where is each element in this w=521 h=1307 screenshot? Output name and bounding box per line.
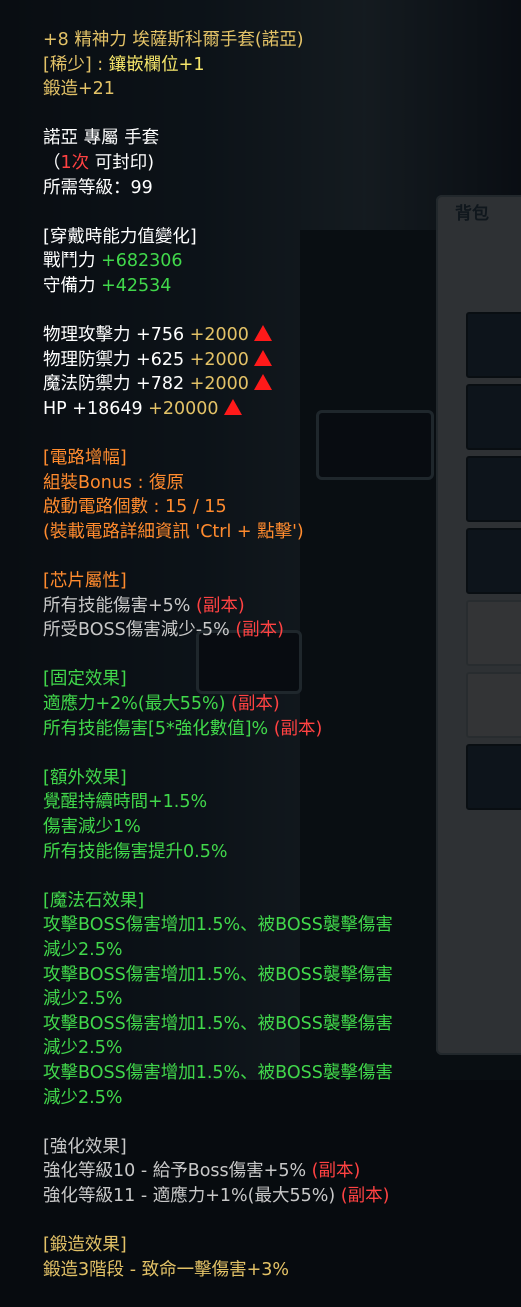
up-arrow-icon xyxy=(253,325,272,342)
magic-stone-line: 減少2.5% xyxy=(43,1087,123,1108)
forge-effect-header: [鍛造效果] xyxy=(43,1235,127,1256)
fixed-header: [固定效果] xyxy=(43,669,127,690)
fixed-line: 所有技能傷害[5*強化數值]% (副本) xyxy=(43,718,323,739)
item-name: +8 精神力 埃薩斯科爾手套(諾亞) xyxy=(43,30,304,50)
magic-stone-line: 攻擊BOSS傷害增加1.5%、被BOSS襲擊傷害 xyxy=(43,915,393,936)
dungeon-tag: (副本) xyxy=(311,1161,361,1182)
up-arrow-icon xyxy=(253,374,272,391)
up-arrow-icon xyxy=(223,398,242,415)
circuit-line: 啟動電路個數 : 15 / 15 xyxy=(43,497,227,518)
dungeon-tag: (副本) xyxy=(231,694,280,715)
chip-line: 所有技能傷害+5% (副本) xyxy=(43,595,245,616)
stat-row: 物理攻擊力 +756 +2000 xyxy=(43,323,513,348)
stat-row: 魔法防禦力 +782 +2000 xyxy=(43,372,513,397)
extra-line: 傷害減少1% xyxy=(43,817,141,837)
extra-header: [額外效果] xyxy=(43,767,127,788)
circuit-line: 組裝Bonus : 復原 xyxy=(43,472,185,493)
dungeon-tag: (副本) xyxy=(340,1185,390,1206)
circuit-line: (裝載電路詳細資訊 'Ctrl + 點擊') xyxy=(43,521,304,542)
equip-change-header: [穿戴時能力值變化] xyxy=(43,226,197,247)
tooltip-content: +8 精神力 埃薩斯科爾手套(諾亞) [稀少] : 鑲嵌欄位+1 鍛造+21 諾… xyxy=(43,28,513,1282)
defense-power-row: 守備力 +42534 xyxy=(43,275,172,296)
enhance-line: 強化等級10 - 給予Boss傷害+5% (副本) xyxy=(43,1161,361,1182)
defense-power-value: +42534 xyxy=(101,275,172,296)
rarity-label: [稀少] : xyxy=(43,54,109,75)
chip-line: 所受BOSS傷害減少-5% (副本) xyxy=(43,620,284,641)
combat-power-row: 戰鬥力 +682306 xyxy=(43,251,183,272)
circuit-header: [電路增幅] xyxy=(43,448,127,469)
extra-line: 覺醒持續時間+1.5% xyxy=(43,792,208,813)
owner-line: 諾亞 專屬 手套 xyxy=(43,128,160,149)
forge-effect-line: 鍛造3階段 - 致命一擊傷害+3% xyxy=(43,1259,289,1280)
stat-row: HP +18649 +20000 xyxy=(43,397,513,422)
seal-count: 1次 xyxy=(60,152,90,173)
seal-line: （1次 可封印) xyxy=(43,152,155,173)
stat-bonus: +2000 xyxy=(189,325,249,346)
enhance-header: [強化效果] xyxy=(43,1136,127,1157)
chip-header: [芯片屬性] xyxy=(43,571,127,592)
stat-row: 物理防禦力 +625 +2000 xyxy=(43,348,513,373)
forge-level: 鍛造+21 xyxy=(43,79,115,100)
magic-stone-line: 減少2.5% xyxy=(43,1038,123,1059)
stat-bonus: +2000 xyxy=(189,374,249,395)
stat-bonus: +20000 xyxy=(148,398,219,419)
fixed-line: 適應力+2%(最大55%) (副本) xyxy=(43,694,280,715)
magic-stone-header: [魔法石效果] xyxy=(43,890,145,911)
socket-bonus: 鑲嵌欄位+1 xyxy=(108,54,205,75)
rarity-line: [稀少] : 鑲嵌欄位+1 xyxy=(43,53,513,78)
stat-bonus: +2000 xyxy=(189,349,249,370)
magic-stone-line: 減少2.5% xyxy=(43,939,123,960)
item-tooltip: +8 精神力 埃薩斯科爾手套(諾亞) [稀少] : 鑲嵌欄位+1 鍛造+21 諾… xyxy=(0,0,521,1307)
level-requirement: 所需等級：99 xyxy=(43,177,153,198)
dungeon-tag: (副本) xyxy=(196,595,245,616)
extra-line: 所有技能傷害提升0.5% xyxy=(43,841,228,862)
dungeon-tag: (副本) xyxy=(235,620,284,641)
magic-stone-line: 減少2.5% xyxy=(43,989,123,1010)
magic-stone-line: 攻擊BOSS傷害增加1.5%、被BOSS襲擊傷害 xyxy=(43,1062,393,1083)
enhance-line: 強化等級11 - 適應力+1%(最大55%) (副本) xyxy=(43,1185,390,1206)
combat-power-value: +682306 xyxy=(101,251,183,272)
magic-stone-line: 攻擊BOSS傷害增加1.5%、被BOSS襲擊傷害 xyxy=(43,964,393,985)
up-arrow-icon xyxy=(253,349,272,366)
dungeon-tag: (副本) xyxy=(273,718,323,739)
magic-stone-line: 攻擊BOSS傷害增加1.5%、被BOSS襲擊傷害 xyxy=(43,1013,393,1034)
